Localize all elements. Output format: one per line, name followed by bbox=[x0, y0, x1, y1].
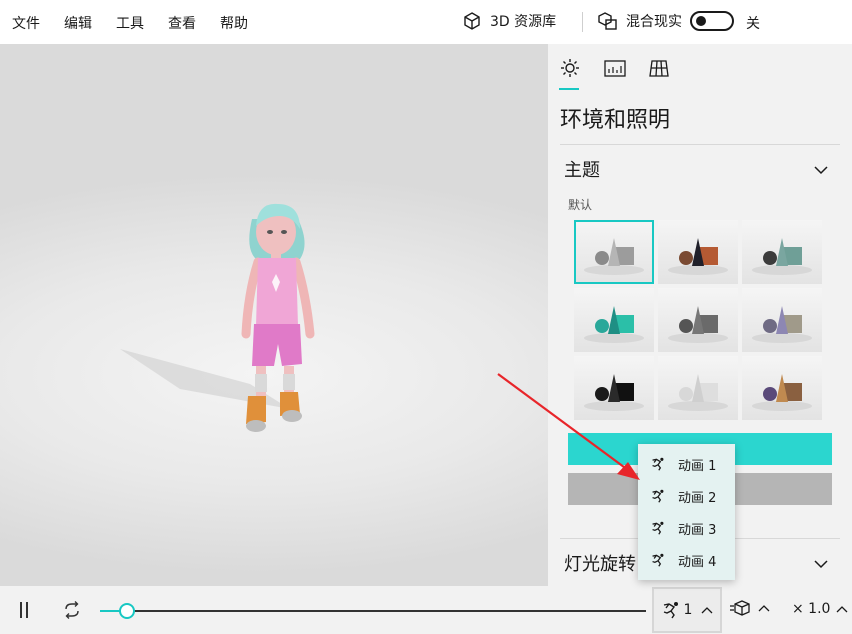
theme-preview bbox=[752, 374, 812, 411]
speed-value: × 1.0 bbox=[792, 601, 831, 617]
speed-selector-button[interactable]: × 1.0 bbox=[792, 601, 848, 617]
theme-tile[interactable] bbox=[574, 356, 654, 420]
3d-viewport[interactable] bbox=[0, 44, 548, 586]
chevron-up-icon bbox=[836, 606, 848, 613]
toggle-knob bbox=[696, 16, 706, 26]
separator bbox=[560, 144, 840, 145]
animation-icon bbox=[652, 521, 664, 535]
panel-tabs bbox=[559, 56, 840, 92]
animation-menu-label: 动画 4 bbox=[678, 554, 717, 570]
animation-menu-label: 动画 2 bbox=[678, 490, 717, 506]
menu-edit[interactable]: 编辑 bbox=[64, 13, 92, 33]
loop-icon[interactable] bbox=[62, 600, 82, 620]
theme-preview bbox=[584, 374, 644, 411]
animation-menu: 动画 1 动画 2 动画 3 动画 4 bbox=[638, 444, 735, 580]
toolbar-divider bbox=[582, 12, 583, 32]
tab-lighting[interactable] bbox=[559, 58, 582, 90]
theme-preview bbox=[668, 374, 728, 411]
chevron-up-icon bbox=[701, 607, 713, 614]
theme-tile[interactable] bbox=[658, 220, 738, 284]
grid-icon bbox=[649, 60, 669, 77]
timeline-thumb[interactable] bbox=[119, 603, 136, 619]
animation-icon bbox=[652, 553, 664, 567]
mixed-reality-icon bbox=[598, 12, 617, 30]
animation-menu-item[interactable]: 动画 4 bbox=[638, 544, 735, 576]
animation-selector-button[interactable]: 1 bbox=[652, 587, 722, 633]
menu-tools[interactable]: 工具 bbox=[116, 13, 144, 33]
mixed-reality-toggle[interactable] bbox=[690, 11, 734, 31]
theme-tile[interactable] bbox=[574, 220, 654, 284]
toggle-state-label: 关 bbox=[746, 16, 760, 32]
animation-menu-item[interactable]: 动画 2 bbox=[638, 480, 735, 512]
animation-icon bbox=[663, 602, 678, 619]
theme-tile[interactable] bbox=[658, 356, 738, 420]
theme-tile[interactable] bbox=[742, 220, 822, 284]
view-cube-icon bbox=[730, 600, 750, 616]
theme-preview bbox=[584, 238, 644, 275]
pause-icon[interactable] bbox=[18, 602, 30, 618]
theme-tile[interactable] bbox=[742, 288, 822, 352]
menu-file[interactable]: 文件 bbox=[12, 13, 40, 33]
animation-icon bbox=[652, 489, 664, 503]
top-menu-bar: 文件 编辑 工具 查看 帮助 3D 资源库 混合现实 关 bbox=[0, 0, 852, 44]
theme-preview bbox=[752, 306, 812, 343]
animation-index: 1 bbox=[683, 602, 693, 618]
character-model[interactable] bbox=[0, 44, 548, 586]
mixed-reality-button[interactable]: 混合现实 bbox=[598, 11, 682, 31]
menu-help[interactable]: 帮助 bbox=[220, 13, 248, 33]
default-label: 默认 bbox=[568, 198, 593, 212]
3d-library-button[interactable]: 3D 资源库 bbox=[462, 11, 556, 31]
cube-icon bbox=[464, 12, 480, 30]
mixed-reality-label: 混合现实 bbox=[626, 14, 682, 30]
animation-menu-item[interactable]: 动画 1 bbox=[638, 448, 735, 480]
theme-tile[interactable] bbox=[574, 288, 654, 352]
panel-title: 环境和照明 bbox=[560, 108, 671, 133]
stats-icon bbox=[604, 60, 626, 77]
theme-preview bbox=[668, 238, 728, 275]
light-rotation-section-title[interactable]: 灯光旋转 bbox=[564, 550, 636, 576]
menu-view[interactable]: 查看 bbox=[168, 13, 196, 33]
sun-icon bbox=[561, 59, 579, 77]
chevron-down-icon[interactable] bbox=[813, 164, 829, 176]
theme-grid bbox=[574, 220, 824, 422]
animation-menu-label: 动画 3 bbox=[678, 522, 717, 538]
theme-section-title[interactable]: 主题 bbox=[564, 156, 600, 182]
3d-library-label: 3D 资源库 bbox=[490, 14, 557, 30]
playback-bar: 1 × 1.0 bbox=[0, 586, 852, 634]
theme-preview bbox=[668, 306, 728, 343]
chevron-up-icon bbox=[758, 605, 770, 612]
timeline-track[interactable] bbox=[100, 610, 646, 612]
theme-tile[interactable] bbox=[742, 356, 822, 420]
tab-grid[interactable] bbox=[648, 58, 670, 82]
animation-menu-item[interactable]: 动画 3 bbox=[638, 512, 735, 544]
view-cube-button[interactable] bbox=[730, 599, 770, 617]
chevron-down-icon[interactable] bbox=[813, 558, 829, 570]
animation-icon bbox=[652, 457, 664, 471]
theme-tile[interactable] bbox=[658, 288, 738, 352]
animation-menu-label: 动画 1 bbox=[678, 458, 717, 474]
theme-preview bbox=[584, 306, 644, 343]
theme-preview bbox=[752, 238, 812, 275]
tab-stats[interactable] bbox=[604, 58, 626, 82]
